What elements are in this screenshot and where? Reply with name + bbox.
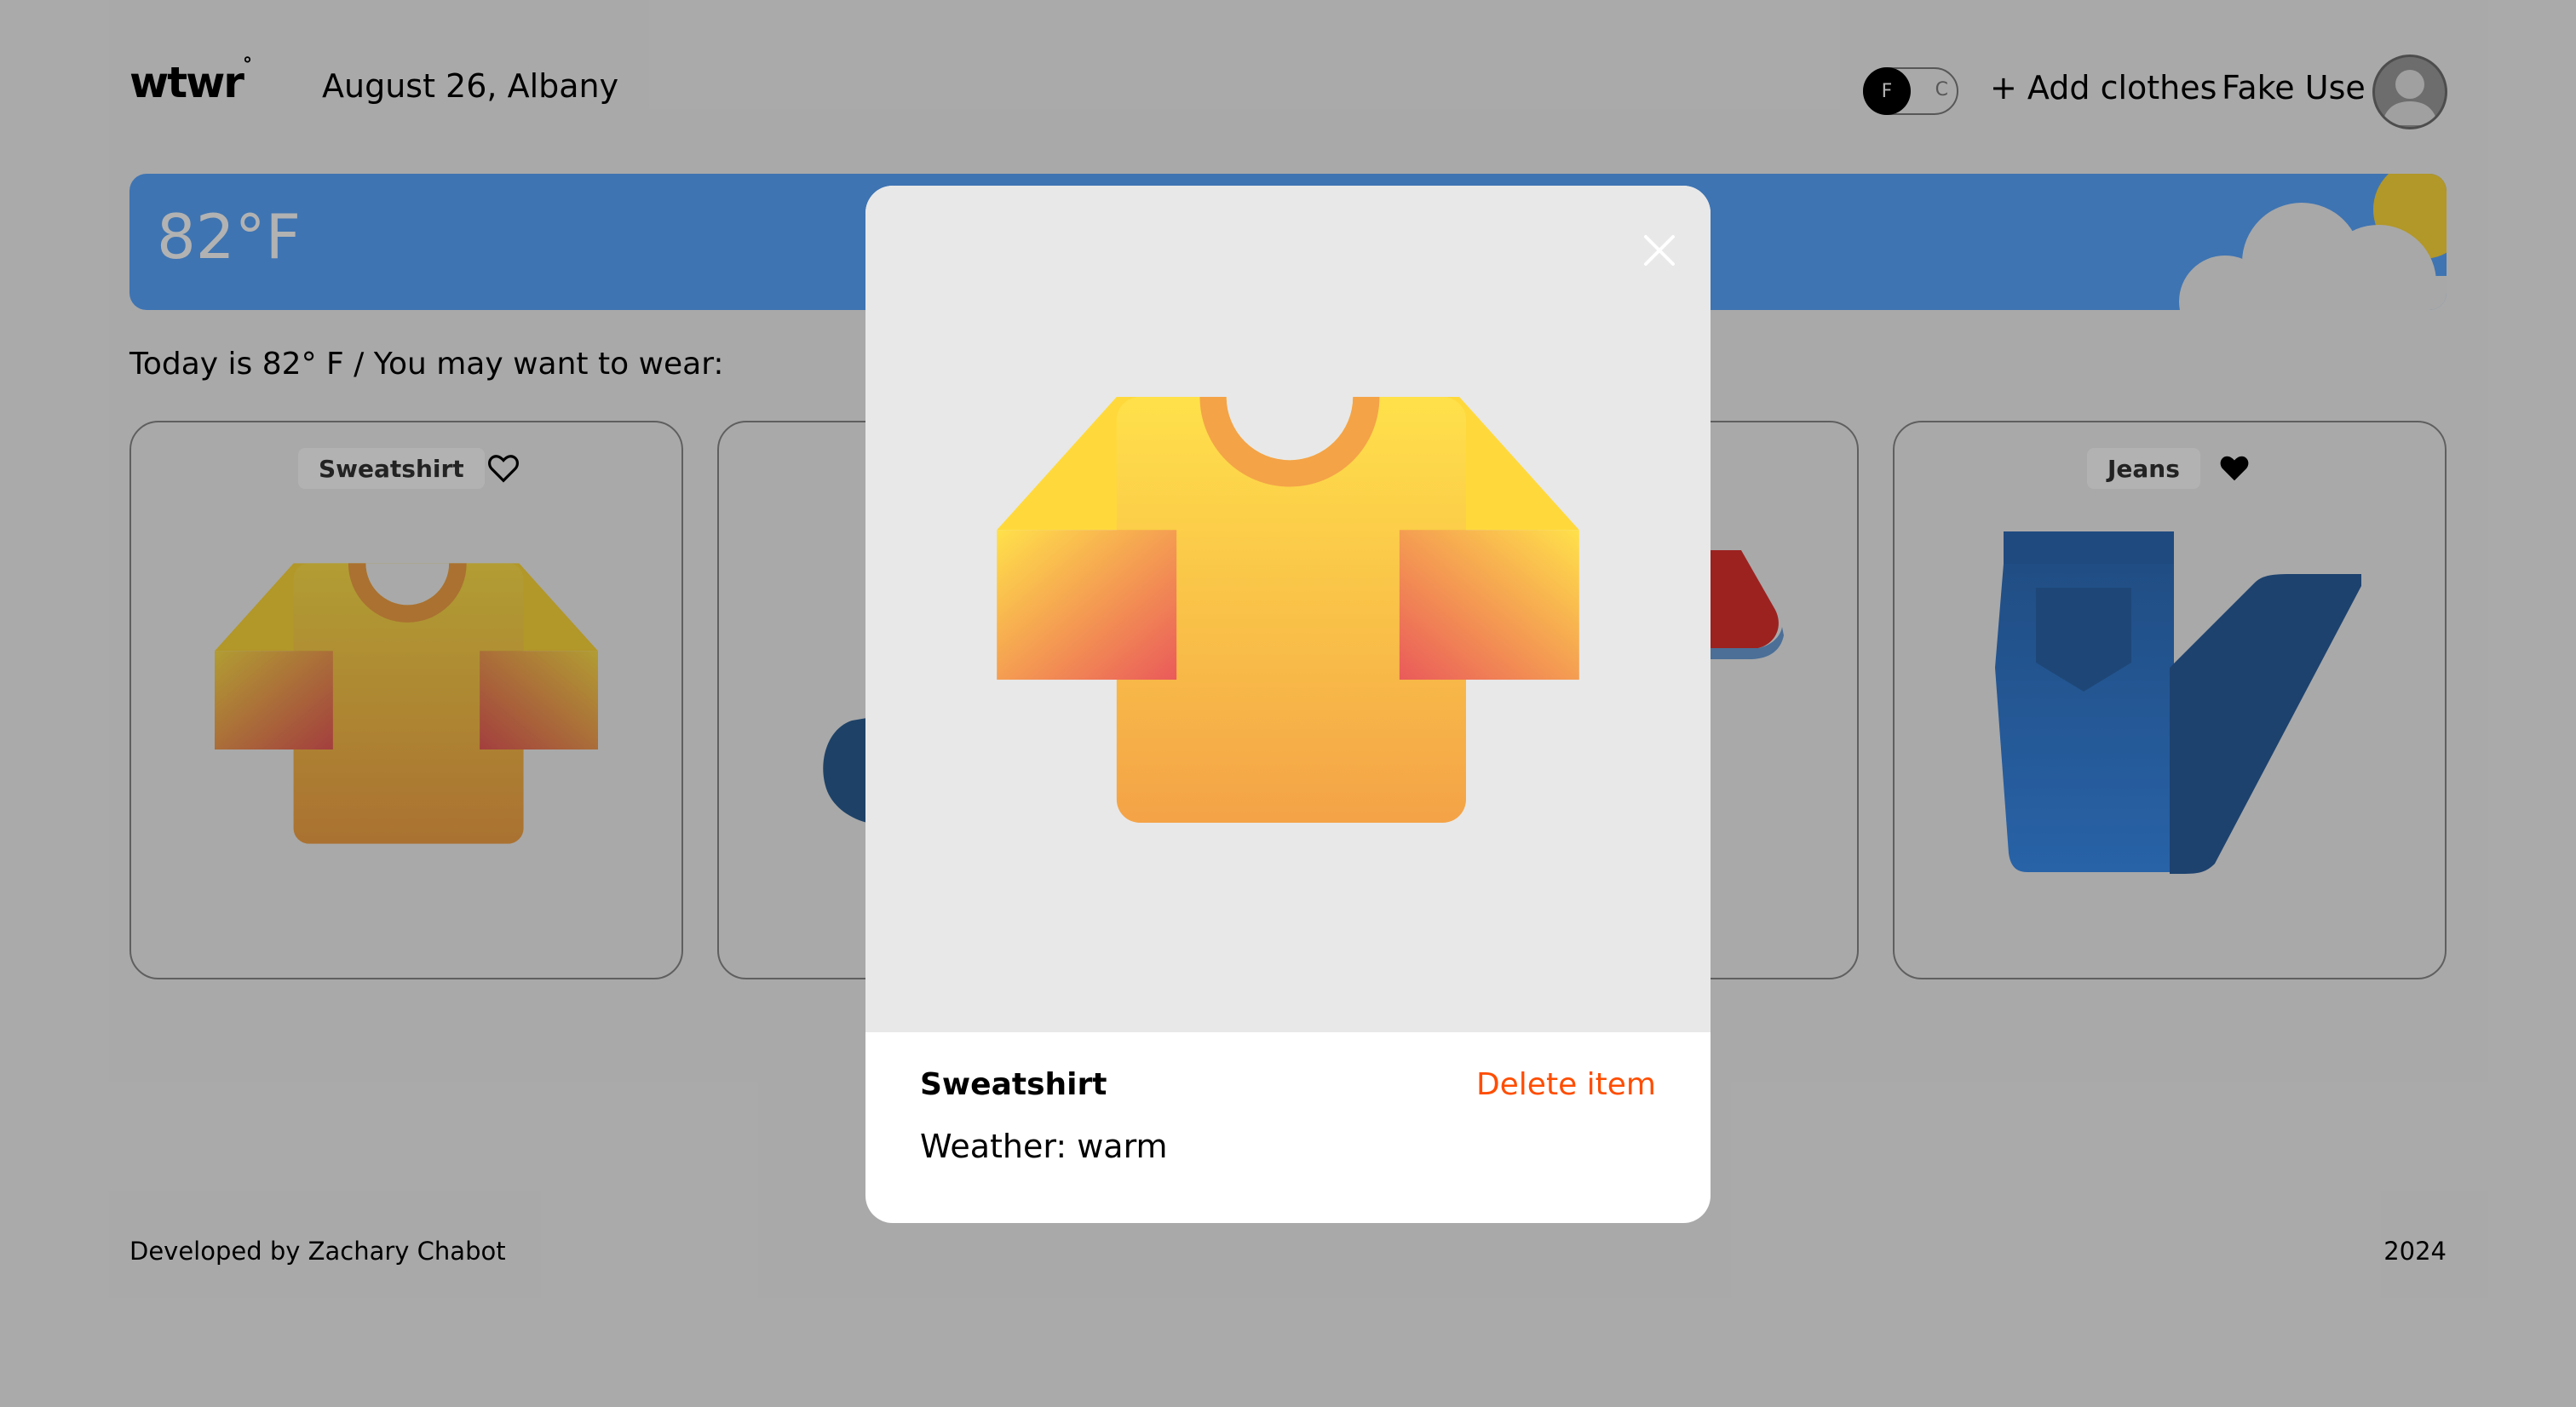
sweatshirt-image	[997, 397, 1579, 823]
close-icon[interactable]	[1632, 223, 1687, 278]
delete-item-button[interactable]: Delete item	[1476, 1066, 1656, 1103]
modal-item-title: Sweatshirt	[920, 1067, 1107, 1102]
modal-image-area	[865, 186, 1711, 1032]
app-page: wtwr° August 26, Albany F C + Add clothe…	[0, 0, 2576, 1407]
item-preview-modal: Sweatshirt Delete item Weather: warm	[865, 186, 1711, 1223]
modal-weather-type: Weather: warm	[920, 1128, 1168, 1165]
